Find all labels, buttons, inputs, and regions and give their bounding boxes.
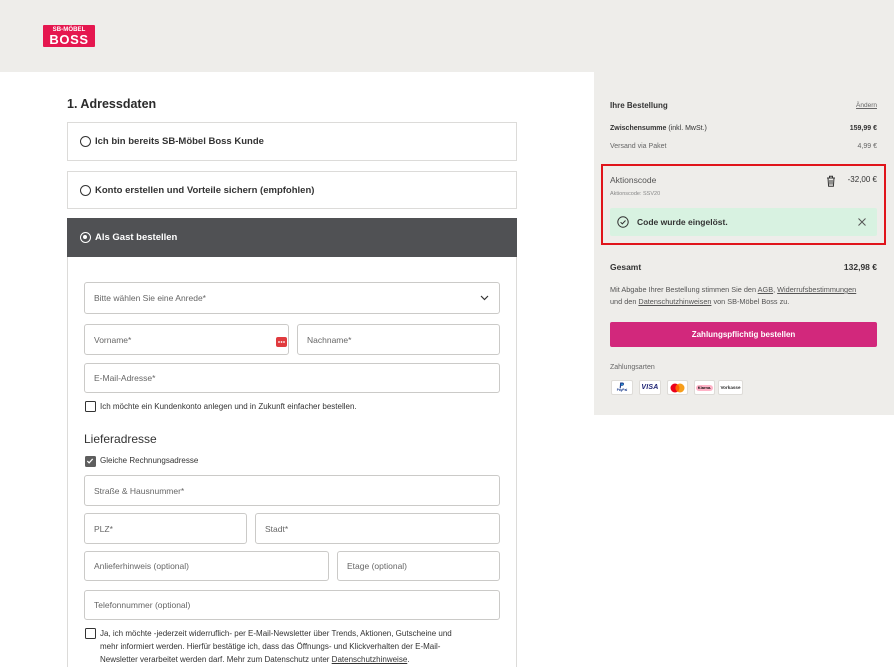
- paypal-label: PayPal: [616, 388, 628, 393]
- promo-success-message: Code wurde eingelöst.: [610, 208, 877, 236]
- privacy-link[interactable]: Datenschutzhinweise: [332, 655, 408, 664]
- delivery-note-input[interactable]: [84, 551, 329, 581]
- mastercard-icon: [667, 380, 688, 395]
- option-guest-checkout-label: Als Gast bestellen: [95, 232, 178, 243]
- visa-icon: VISA: [639, 380, 661, 395]
- paypal-icon: PayPal: [611, 380, 633, 395]
- legal-text-start: Mit Abgabe Ihrer Bestellung stimmen Sie …: [610, 285, 757, 294]
- radio-icon[interactable]: [80, 184, 91, 196]
- site-header: SB-MÖBEL BOSS: [0, 0, 894, 72]
- total-amount: 132,98 €: [843, 262, 877, 272]
- legal-text-mid: und den: [610, 297, 637, 306]
- newsletter-checkbox[interactable]: [85, 628, 96, 639]
- address-section-title: 1. Adressdaten: [67, 97, 157, 111]
- option-create-account[interactable]: Konto erstellen und Vorteile sichern (em…: [67, 171, 517, 209]
- promo-discount-amount: -32,00 €: [847, 175, 877, 184]
- first-name-input[interactable]: [84, 324, 289, 355]
- salutation-select[interactable]: Bitte wählen Sie eine Anrede*: [84, 282, 500, 314]
- edit-order-link[interactable]: Ändern: [856, 102, 877, 110]
- city-input[interactable]: [255, 513, 500, 544]
- radio-icon[interactable]: [80, 136, 91, 147]
- create-account-checkbox[interactable]: [85, 401, 96, 412]
- option-create-account-label: Konto erstellen und Vorteile sichern (em…: [95, 184, 315, 196]
- payment-methods-title: Zahlungsarten: [610, 363, 655, 371]
- option-guest-checkout[interactable]: Als Gast bestellen: [67, 218, 517, 257]
- withdrawal-link[interactable]: Widerrufsbestimmungen: [777, 285, 856, 294]
- trash-icon[interactable]: [826, 174, 836, 187]
- promo-code-line: Aktionscode: SSV20: [610, 191, 661, 197]
- salutation-placeholder: Bitte wählen Sie eine Anrede*: [94, 293, 206, 303]
- newsletter-line-3: Newsletter verarbeitet werden darf. Mehr…: [100, 653, 452, 666]
- phone-input[interactable]: [84, 590, 500, 620]
- option-existing-customer[interactable]: Ich bin bereits SB-Möbel Boss Kunde: [67, 122, 517, 161]
- subtotal-row-label: Zwischensumme (inkl. MwSt.): [610, 125, 707, 132]
- privacy-policy-link[interactable]: Datenschutzhinweisen: [638, 297, 711, 306]
- option-existing-customer-label: Ich bin bereits SB-Möbel Boss Kunde: [95, 136, 264, 147]
- klarna-icon: Klarna.: [694, 380, 715, 395]
- promo-label: Aktionscode: [610, 175, 657, 185]
- close-icon[interactable]: [857, 217, 867, 227]
- same-billing-checkbox[interactable]: [85, 456, 96, 467]
- total-label: Gesamt: [610, 262, 642, 272]
- prepayment-icon: Vorkasse: [718, 380, 743, 395]
- legal-consent-text: Mit Abgabe Ihrer Bestellung stimmen Sie …: [610, 284, 856, 308]
- logo-line-2: BOSS: [49, 32, 89, 47]
- newsletter-end: .: [407, 654, 410, 664]
- radio-icon[interactable]: [80, 232, 91, 243]
- zip-input[interactable]: [84, 513, 247, 544]
- subtotal-tax-note: (inkl. MwSt.): [668, 124, 707, 132]
- visa-label: VISA: [641, 384, 659, 391]
- place-order-button[interactable]: Zahlungspflichtig bestellen: [610, 322, 877, 347]
- newsletter-consent-text: Ja, ich möchte -jederzeit widerruflich- …: [100, 627, 452, 666]
- password-manager-icon[interactable]: [276, 334, 287, 347]
- chevron-down-icon: [480, 295, 489, 301]
- shipping-amount: 4,99 €: [857, 142, 877, 150]
- legal-text-end: von SB-Möbel Boss zu.: [713, 297, 790, 306]
- delivery-address-title: Lieferadresse: [84, 432, 157, 446]
- floor-input[interactable]: [337, 551, 500, 581]
- subtotal-label: Zwischensumme: [610, 124, 667, 132]
- last-name-input[interactable]: [297, 324, 500, 355]
- email-input[interactable]: [84, 363, 500, 393]
- legal-comma: ,: [773, 285, 776, 294]
- shipping-label: Versand via Paket: [610, 142, 667, 150]
- create-account-label: Ich möchte ein Kundenkonto anlegen und i…: [100, 402, 357, 411]
- promo-success-text: Code wurde eingelöst.: [637, 217, 728, 227]
- check-circle-icon: [617, 216, 629, 228]
- newsletter-line-1: Ja, ich möchte -jederzeit widerruflich- …: [100, 628, 452, 638]
- subtotal-amount: 159,99 €: [849, 124, 877, 132]
- prepayment-label: Vorkasse: [720, 385, 741, 390]
- newsletter-line-3-text: Newsletter verarbeitet werden darf. Mehr…: [100, 654, 330, 664]
- same-billing-label: Gleiche Rechnungsadresse: [100, 456, 199, 465]
- klarna-label: Klarna.: [695, 384, 714, 391]
- payment-methods-list: PayPal VISA Klarna. Vorkasse: [611, 380, 749, 395]
- order-title: Ihre Bestellung: [610, 101, 668, 110]
- street-input[interactable]: [84, 475, 500, 506]
- checkout-page: SB-MÖBEL BOSS 1. Adressdaten Ich bin ber…: [0, 0, 894, 667]
- brand-logo[interactable]: SB-MÖBEL BOSS: [43, 25, 95, 47]
- newsletter-line-2: mehr informiert werden. Hierfür bestätig…: [100, 641, 441, 651]
- agb-link[interactable]: AGB: [758, 285, 773, 294]
- checkmark-icon: [86, 458, 94, 464]
